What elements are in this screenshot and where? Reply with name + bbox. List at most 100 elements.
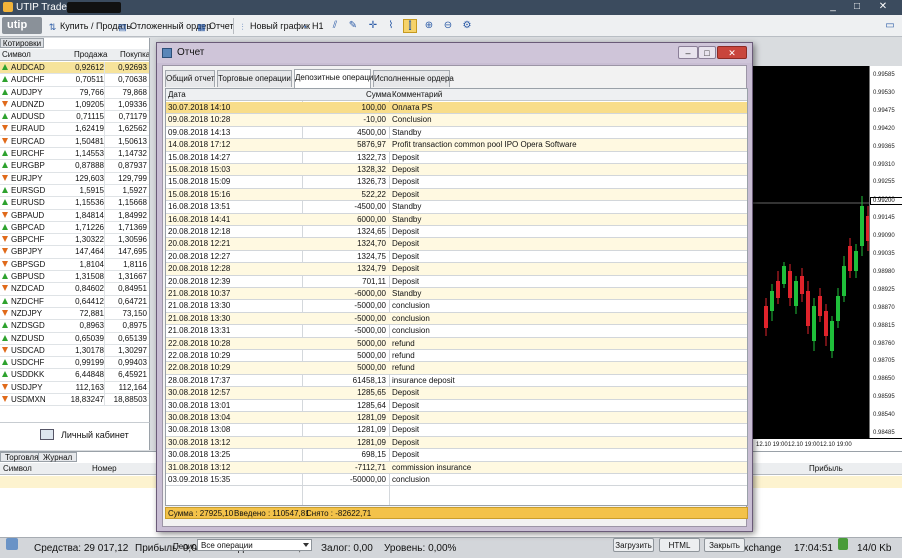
dialog-close-icon[interactable]: ✕ bbox=[717, 46, 747, 59]
quote-row[interactable]: EURAUD 1,62419 1,62562 bbox=[0, 123, 149, 136]
quote-row[interactable]: GBPJPY 147,464 147,695 bbox=[0, 246, 149, 259]
table-row[interactable]: 30.08.2018 13:12 1281,09 Deposit bbox=[166, 436, 747, 450]
table-row[interactable]: 16.08.2018 14:41 6000,00 Standby bbox=[166, 213, 747, 226]
col-sell[interactable]: Продажа bbox=[74, 49, 107, 61]
tab-quotes[interactable]: Котировки bbox=[0, 38, 44, 48]
report-button[interactable]: ▦ Отчет bbox=[197, 19, 233, 33]
quote-row[interactable]: GBPAUD 1,84814 1,84992 bbox=[0, 209, 149, 222]
load-button[interactable]: Загрузить bbox=[613, 538, 654, 552]
col-symbol[interactable]: Символ bbox=[3, 463, 32, 475]
crosshair-icon[interactable]: ✛ bbox=[366, 19, 380, 33]
table-row[interactable]: 16.08.2018 13:51 -4500,00 Standby bbox=[166, 201, 747, 214]
table-row[interactable]: 21.08.2018 10:37 -6000,00 Standby bbox=[166, 288, 747, 301]
dialog-minimize-icon[interactable]: – bbox=[678, 46, 698, 59]
table-row[interactable]: 30.07.2018 14:10 100,00 Оплата PS bbox=[166, 102, 747, 115]
quote-row[interactable]: EURUSD 1,15536 1,15668 bbox=[0, 197, 149, 210]
quote-row[interactable]: NZDJPY 72,881 73,150 bbox=[0, 307, 149, 321]
table-row[interactable]: 15.08.2018 14:27 1322,73 Deposit bbox=[166, 152, 747, 164]
dialog-maximize-icon[interactable]: □ bbox=[698, 46, 716, 59]
utip-menu-button[interactable]: utip bbox=[2, 17, 42, 34]
html-button[interactable]: HTML bbox=[659, 538, 700, 552]
quote-row[interactable]: USDCHF 0,99199 0,99403 bbox=[0, 357, 149, 370]
table-row[interactable]: 21.08.2018 13:30 -5000,00 conclusion bbox=[166, 312, 747, 326]
tab-trading[interactable]: Торговля bbox=[0, 452, 44, 462]
tab-general-report[interactable]: Общий отчет bbox=[165, 70, 215, 87]
quote-row[interactable]: GBPUSD 1,31508 1,31667 bbox=[0, 271, 149, 284]
settings-icon[interactable]: ⚙ bbox=[460, 19, 474, 33]
quote-row[interactable]: AUDUSD 0,71115 0,71179 bbox=[0, 111, 149, 124]
table-row[interactable]: 22.08.2018 10:28 5000,00 refund bbox=[166, 337, 747, 350]
table-row[interactable]: 20.08.2018 12:39 701,11 Deposit bbox=[166, 276, 747, 288]
close-icon[interactable]: ✕ bbox=[876, 1, 890, 13]
table-row[interactable]: 30.08.2018 13:25 698,15 Deposit bbox=[166, 449, 747, 462]
maximize-icon[interactable]: □ bbox=[850, 1, 864, 13]
table-row[interactable]: 20.08.2018 12:28 1324,79 Deposit bbox=[166, 263, 747, 276]
quote-row[interactable]: USDMXN 18,83247 18,88503 bbox=[0, 394, 149, 407]
quote-row[interactable]: NZDUSD 0,65039 0,65139 bbox=[0, 332, 149, 345]
table-row[interactable]: 03.09.2018 15:35 -50000,00 conclusion bbox=[166, 474, 747, 487]
quote-row[interactable]: NZDCHF 0,64412 0,64721 bbox=[0, 295, 149, 308]
table-row[interactable]: 20.08.2018 12:21 1324,70 Deposit bbox=[166, 238, 747, 251]
table-row[interactable]: 28.08.2018 17:37 61458,13 insurance deposi… bbox=[166, 375, 747, 388]
period-select[interactable]: Все операции bbox=[197, 539, 312, 551]
quote-row[interactable]: GBPSGD 1,8104 1,8116 bbox=[0, 258, 149, 272]
timeframe-button[interactable]: ◔ H1 bbox=[300, 19, 324, 33]
col-buy[interactable]: Покупка bbox=[120, 49, 149, 61]
table-row[interactable]: 09.08.2018 14:13 4500,00 Standby bbox=[166, 127, 747, 140]
quote-row[interactable]: EURSGD 1,5915 1,5927 bbox=[0, 184, 149, 198]
tab-journal[interactable]: Журнал bbox=[38, 452, 78, 462]
tab-trading-operations[interactable]: Торговые операции bbox=[217, 70, 292, 87]
table-row[interactable]: 30.08.2018 12:57 1285,65 Deposit bbox=[166, 387, 747, 400]
table-row[interactable]: 30.08.2018 13:01 1285,64 Deposit bbox=[166, 400, 747, 412]
quote-row[interactable]: EURJPY 129,603 129,799 bbox=[0, 172, 149, 185]
table-row[interactable]: 09.08.2018 10:28 -10,00 Conclusion bbox=[166, 114, 747, 127]
zoom-in-icon[interactable]: ⊕ bbox=[422, 19, 436, 33]
notepad-icon[interactable]: ▭ bbox=[883, 19, 897, 33]
col-amount[interactable]: Сумма bbox=[366, 89, 391, 101]
col-date[interactable]: Дата bbox=[168, 89, 186, 101]
table-row[interactable]: 31.08.2018 13:12 -7112,71 commission insur… bbox=[166, 461, 747, 474]
quote-row[interactable]: AUDJPY 79,766 79,868 bbox=[0, 86, 149, 99]
table-row[interactable]: 21.08.2018 13:30 -5000,00 conclusion bbox=[166, 300, 747, 313]
candles-icon[interactable]: ⫿ bbox=[403, 19, 417, 33]
close-button[interactable]: Закрыть bbox=[704, 538, 745, 552]
indicators-icon[interactable]: ⫽ bbox=[328, 19, 342, 33]
personal-cabinet[interactable]: Личный кабинет bbox=[0, 422, 150, 450]
table-row[interactable]: 22.08.2018 10:29 5000,00 refund bbox=[166, 350, 747, 363]
minimize-icon[interactable]: _ bbox=[826, 1, 840, 13]
col-number[interactable]: Номер bbox=[92, 463, 117, 475]
tab-executed-orders[interactable]: Исполненные ордера bbox=[373, 70, 454, 87]
quote-row[interactable]: USDJPY 112,163 112,164 bbox=[0, 381, 149, 395]
quote-row[interactable]: NZDCAD 0,84602 0,84951 bbox=[0, 283, 149, 296]
quote-row[interactable]: EURCHF 1,14553 1,14732 bbox=[0, 148, 149, 161]
table-row[interactable]: 15.08.2018 15:03 1328,32 Deposit bbox=[166, 164, 747, 177]
quote-row[interactable]: EURCAD 1,50481 1,50613 bbox=[0, 135, 149, 149]
zoom-out-icon[interactable]: ⊖ bbox=[441, 19, 455, 33]
table-row[interactable]: 14.08.2018 17:12 5876,97 Profit transactio… bbox=[166, 139, 747, 152]
table-row[interactable]: 30.08.2018 13:08 1281,09 Deposit bbox=[166, 424, 747, 437]
quote-row[interactable]: AUDCHF 0,70511 0,70638 bbox=[0, 74, 149, 87]
col-profit[interactable]: Прибыль bbox=[809, 463, 843, 475]
table-row[interactable]: 21.08.2018 13:31 -5000,00 conclusion bbox=[166, 325, 747, 338]
quote-row[interactable]: EURGBP 0,87888 0,87937 bbox=[0, 160, 149, 173]
quote-row[interactable]: AUDNZD 1,09205 1,09336 bbox=[0, 98, 149, 112]
quote-row[interactable]: USDDKK 6,44848 6,45921 bbox=[0, 369, 149, 382]
quote-row[interactable]: GBPCAD 1,71226 1,71369 bbox=[0, 221, 149, 235]
quote-row[interactable]: NZDSGD 0,8963 0,8975 bbox=[0, 320, 149, 333]
quote-row[interactable]: AUDCAD 0,92612 0,92693 bbox=[0, 62, 149, 75]
pencil-icon[interactable]: ✎ bbox=[346, 19, 360, 33]
col-symbol[interactable]: Символ bbox=[2, 49, 31, 61]
table-row[interactable]: 30.08.2018 13:04 1281,09 Deposit bbox=[166, 412, 747, 425]
table-row[interactable]: 22.08.2018 10:29 5000,00 refund bbox=[166, 362, 747, 375]
quote-row[interactable]: GBPCHF 1,30322 1,30596 bbox=[0, 234, 149, 247]
table-row[interactable]: 15.08.2018 15:09 1326,73 Deposit bbox=[166, 176, 747, 189]
table-row[interactable]: 20.08.2018 12:27 1324,75 Deposit bbox=[166, 251, 747, 264]
line-chart-icon[interactable]: ⌇ bbox=[384, 19, 398, 33]
tab-deposit-operations[interactable]: Депозитные операции bbox=[294, 69, 378, 88]
dialog-titlebar[interactable]: Отчет – □ ✕ bbox=[157, 43, 752, 63]
col-comment[interactable]: Комментарий bbox=[392, 89, 442, 101]
quote-row[interactable]: USDCAD 1,30178 1,30297 bbox=[0, 344, 149, 358]
price-chart[interactable]: 0.99585 0.99530 0.99475 0.99420 0.99365 0.993… bbox=[752, 66, 902, 451]
table-row[interactable]: 20.08.2018 12:18 1324,65 Deposit bbox=[166, 226, 747, 239]
table-row[interactable]: 15.08.2018 15:16 522,22 Deposit bbox=[166, 188, 747, 202]
